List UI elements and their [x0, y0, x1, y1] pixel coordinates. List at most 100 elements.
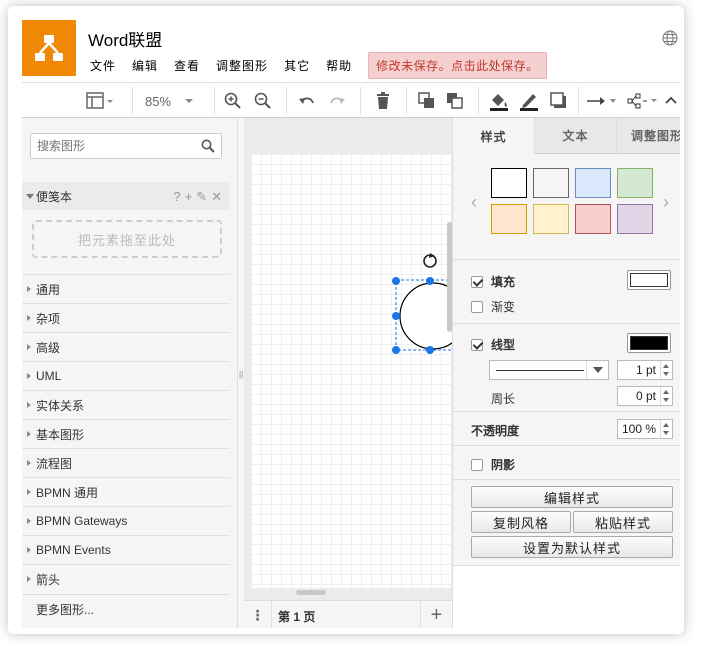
delete-icon[interactable] — [370, 89, 396, 113]
diagram-page[interactable] — [251, 154, 452, 588]
tab-arrange[interactable]: 调整图形 — [617, 118, 680, 154]
opacity-input[interactable]: 100 % — [617, 419, 673, 439]
format-tabs: 样式 文本 调整图形 — [453, 118, 680, 154]
resize-handle[interactable] — [426, 346, 434, 354]
category-uml[interactable]: UML — [22, 361, 230, 390]
line-color-icon[interactable] — [516, 89, 542, 113]
search-box[interactable] — [30, 133, 222, 159]
zoom-select[interactable]: 85% — [138, 89, 204, 113]
set-default-style-button[interactable]: 设置为默认样式 — [471, 536, 673, 558]
style-swatch[interactable] — [575, 204, 611, 234]
resize-handle[interactable] — [392, 277, 400, 285]
category-arrows[interactable]: 箭头 — [22, 564, 230, 593]
page-tab[interactable]: 第 1 页 — [278, 608, 315, 625]
perimeter-stepper[interactable] — [660, 387, 672, 405]
add-page-button[interactable]: + — [420, 601, 452, 628]
line-color-picker[interactable] — [627, 333, 671, 353]
line-pattern-preview — [496, 370, 584, 371]
redo-icon[interactable] — [324, 89, 350, 113]
zoom-in-icon[interactable] — [220, 89, 246, 113]
perimeter-input[interactable]: 0 pt — [617, 386, 673, 406]
collapse-icon[interactable] — [662, 89, 680, 113]
page-view-icon[interactable] — [82, 89, 118, 113]
menu-help[interactable]: 帮助 — [318, 57, 360, 74]
scratchpad-header[interactable]: 便笺本 ? + ✎ ✕ — [22, 182, 230, 210]
category-general[interactable]: 通用 — [22, 274, 230, 303]
search-input[interactable] — [31, 134, 191, 158]
menu-arrange[interactable]: 调整图形 — [208, 57, 276, 74]
line-width-value: 1 pt — [635, 363, 656, 377]
style-swatch[interactable] — [491, 204, 527, 234]
undo-icon[interactable] — [294, 89, 320, 113]
language-globe-icon[interactable] — [662, 30, 678, 46]
menu-view[interactable]: 查看 — [166, 57, 208, 74]
fill-row[interactable]: 填充 — [471, 273, 515, 290]
scratchpad-drop-zone[interactable]: 把元素拖至此处 — [32, 220, 222, 258]
shadow-section: 阴影 — [453, 446, 680, 480]
gradient-row[interactable]: 渐变 — [471, 298, 515, 315]
paste-style-button[interactable]: 粘贴样式 — [573, 511, 673, 533]
edit-icon[interactable]: ✎ — [196, 189, 207, 205]
opacity-stepper[interactable] — [660, 420, 672, 438]
menu-extras[interactable]: 其它 — [276, 57, 318, 74]
to-front-icon[interactable] — [414, 89, 440, 113]
line-checkbox[interactable] — [471, 338, 483, 351]
menu-bar: 文件 编辑 查看 调整图形 其它 帮助 修改未保存。点击此处保存。 — [82, 51, 547, 79]
edit-style-button[interactable]: 编辑样式 — [471, 486, 673, 508]
menu-edit[interactable]: 编辑 — [124, 57, 166, 74]
resize-handle[interactable] — [392, 312, 400, 320]
style-swatch[interactable] — [533, 168, 569, 198]
gradient-checkbox[interactable] — [471, 300, 483, 313]
horizontal-scrollbar[interactable] — [296, 590, 326, 595]
to-back-icon[interactable] — [442, 89, 468, 113]
waypoints-icon[interactable] — [626, 89, 660, 113]
fill-color-icon[interactable] — [486, 89, 512, 113]
copy-style-button[interactable]: 复制风格 — [471, 511, 571, 533]
resize-handle[interactable] — [426, 277, 434, 285]
category-flowchart[interactable]: 流程图 — [22, 448, 230, 477]
shadow-checkbox[interactable] — [471, 458, 483, 471]
line-section: 线型 1 pt 周长 0 pt — [453, 324, 680, 412]
connection-arrow-icon[interactable] — [584, 89, 620, 113]
line-row[interactable]: 线型 — [471, 336, 515, 353]
category-bpmn-events[interactable]: BPMN Events — [22, 535, 230, 564]
tab-style[interactable]: 样式 — [453, 118, 535, 154]
category-bpmn-general[interactable]: BPMN 通用 — [22, 477, 230, 506]
style-swatch[interactable] — [575, 168, 611, 198]
category-advanced[interactable]: 高级 — [22, 332, 230, 361]
zoom-out-icon[interactable] — [250, 89, 276, 113]
close-icon[interactable]: ✕ — [211, 189, 222, 205]
document-title[interactable]: Word联盟 — [88, 26, 162, 51]
tab-text[interactable]: 文本 — [535, 118, 617, 154]
app-logo[interactable] — [22, 20, 76, 76]
more-shapes-link[interactable]: 更多图形... — [22, 594, 230, 624]
unsaved-notice[interactable]: 修改未保存。点击此处保存。 — [368, 51, 547, 79]
style-swatch[interactable] — [617, 168, 653, 198]
search-icon[interactable] — [201, 139, 215, 153]
shadow-icon[interactable] — [546, 89, 572, 113]
rotate-handle-icon[interactable] — [423, 253, 437, 268]
line-width-input[interactable]: 1 pt — [617, 360, 673, 380]
style-swatch[interactable] — [533, 204, 569, 234]
style-swatch[interactable] — [617, 204, 653, 234]
chevron-down-icon — [586, 361, 608, 379]
line-pattern-select[interactable] — [489, 360, 609, 380]
resize-handle[interactable] — [392, 346, 400, 354]
fill-checkbox[interactable] — [471, 275, 483, 288]
fill-color-picker[interactable] — [627, 270, 671, 290]
chevron-left-icon[interactable]: ‹ — [471, 192, 477, 213]
category-entity-relation[interactable]: 实体关系 — [22, 390, 230, 419]
shadow-row[interactable]: 阴影 — [471, 456, 515, 473]
line-width-stepper[interactable] — [660, 361, 672, 379]
chevron-right-icon[interactable]: › — [663, 192, 669, 213]
help-icon[interactable]: ? — [173, 189, 180, 205]
category-bpmn-gateways[interactable]: BPMN Gateways — [22, 506, 230, 535]
canvas-area[interactable]: ⋮ 第 1 页 + — [244, 118, 452, 628]
category-basic[interactable]: 基本图形 — [22, 419, 230, 448]
menu-file[interactable]: 文件 — [82, 57, 124, 74]
add-icon[interactable]: + — [185, 189, 193, 205]
category-misc[interactable]: 杂项 — [22, 303, 230, 332]
page-menu-button[interactable]: ⋮ — [244, 601, 272, 628]
style-swatch[interactable] — [491, 168, 527, 198]
circle-shape[interactable] — [399, 282, 452, 350]
